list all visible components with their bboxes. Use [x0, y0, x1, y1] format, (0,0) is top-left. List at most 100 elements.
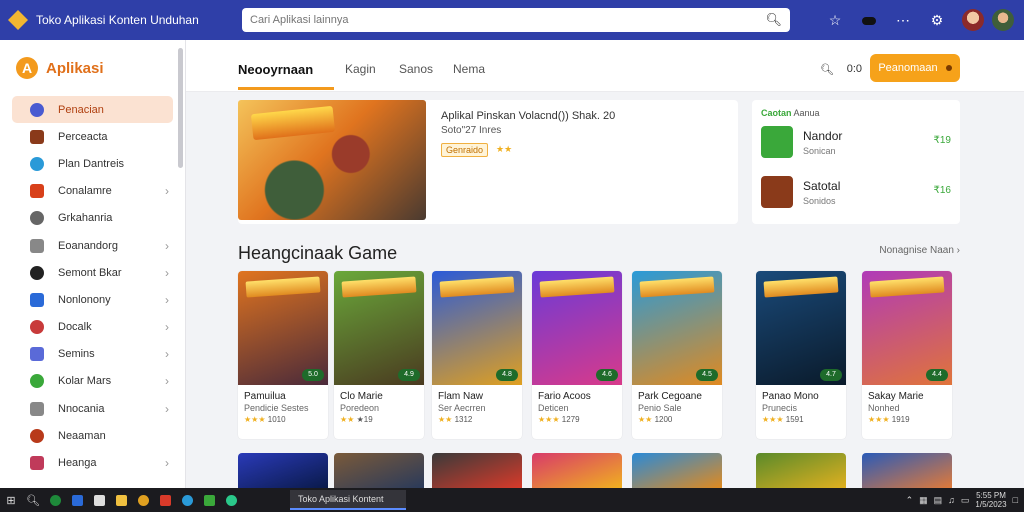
chevron-right-icon[interactable]: ›	[165, 184, 169, 198]
game-card-rating: ★★★ 1010	[244, 415, 286, 424]
browser-icon[interactable]	[132, 488, 154, 512]
game-card-title: Pamuilua	[244, 391, 286, 402]
tab-3[interactable]: Sanos	[399, 62, 433, 76]
game-card-partial[interactable]	[632, 453, 722, 488]
sidebar-item-icon	[30, 129, 44, 144]
keyboard-icon[interactable]: ▦	[919, 495, 928, 506]
game-card-art[interactable]: 4.5	[632, 271, 722, 385]
game-card-partial[interactable]	[532, 453, 622, 488]
top-app-row[interactable]: Nandor Sonican ₹19	[761, 126, 951, 162]
sidebar-item-6[interactable]: Semont Bkar ›	[12, 259, 173, 286]
tab-4[interactable]: Nema	[453, 62, 485, 76]
chevron-up-icon[interactable]: ⌃	[906, 495, 914, 506]
top-app-row[interactable]: Satotal Sonidos ₹16	[761, 176, 951, 212]
game-card-developer: Prunecis	[762, 403, 798, 413]
battery-icon[interactable]: ▭	[961, 495, 970, 506]
app-red-icon[interactable]	[154, 488, 176, 512]
game-card-partial[interactable]	[334, 453, 424, 488]
chevron-right-icon[interactable]: ›	[165, 402, 169, 416]
more-icon[interactable]: ⋯	[886, 12, 920, 29]
star-icon[interactable]: ☆	[818, 12, 852, 29]
gear-icon[interactable]: ⚙	[920, 12, 954, 29]
chevron-right-icon[interactable]: ›	[165, 293, 169, 307]
game-card-partial[interactable]	[756, 453, 846, 488]
folder-icon[interactable]	[110, 488, 132, 512]
tab-home[interactable]: Neooyrnaan	[238, 62, 313, 77]
featured-title: Aplikal Pinskan Volacnd()) Shak. 20	[441, 110, 616, 122]
game-card-title: Clo Marie	[340, 391, 383, 402]
sidebar-item-0[interactable]: Penacian	[12, 96, 173, 124]
game-card-art[interactable]: 5.0	[238, 271, 328, 385]
sidebar-item-icon	[30, 401, 44, 416]
game-card-developer: Poredeon	[340, 403, 380, 413]
app-blue-icon[interactable]	[66, 488, 88, 512]
game-card-art[interactable]: 4.9	[334, 271, 424, 385]
chevron-right-icon[interactable]: ›	[165, 239, 169, 253]
sidebar-item-9[interactable]: Semins ›	[12, 341, 173, 368]
sidebar-scrollbar[interactable]	[178, 48, 183, 168]
game-card-art[interactable]: 4.6	[532, 271, 622, 385]
chevron-right-icon[interactable]: ›	[165, 347, 169, 361]
sidebar-item-icon	[30, 428, 44, 443]
edge-icon[interactable]	[176, 488, 198, 512]
system-clock[interactable]: 5:55 PM 1/5/2023	[975, 491, 1006, 509]
tab-2[interactable]: Kagin	[345, 62, 376, 76]
sidebar-item-7[interactable]: Nonlonony ›	[12, 286, 173, 313]
network-icon[interactable]: ▤	[934, 495, 943, 506]
calculator-icon[interactable]	[88, 488, 110, 512]
search-icon[interactable]: 🔍︎	[820, 63, 834, 76]
game-card-partial[interactable]	[432, 453, 522, 488]
volume-icon[interactable]: ♫	[948, 495, 955, 505]
nav-search[interactable]: 🔍︎ 0:0	[820, 58, 862, 80]
profile-avatar[interactable]	[992, 9, 1014, 31]
sidebar-item-2[interactable]: Plan Dantreis	[12, 150, 173, 177]
sidebar-item-label: Nnocania	[58, 402, 105, 415]
game-card-partial[interactable]	[862, 453, 952, 488]
game-card[interactable]: 4.5 Park Cegoane Penio Sale ★★ 1200	[632, 271, 722, 439]
search-icon[interactable]: 🔍︎	[22, 488, 44, 512]
game-card-developer: Deticen	[538, 403, 569, 413]
sidebar-item-3[interactable]: Conalamre ›	[12, 178, 173, 205]
featured-image[interactable]	[238, 100, 426, 220]
user-avatar[interactable]	[962, 9, 984, 31]
sidebar-item-10[interactable]: Kolar Mars ›	[12, 368, 173, 395]
game-card-title: Flam Naw	[438, 391, 484, 402]
featured-subtitle: Soto"27 Inres	[441, 125, 502, 136]
chevron-right-icon[interactable]: ›	[165, 266, 169, 280]
sidebar-item-8[interactable]: Docalk ›	[12, 314, 173, 341]
game-card[interactable]: 4.6 Fario Acoos Deticen ★★★ 1279	[532, 271, 622, 439]
chevron-right-icon[interactable]: ›	[165, 320, 169, 334]
sidebar-item-1[interactable]: Perceacta	[12, 123, 173, 150]
game-card[interactable]: 4.8 Flam Naw Ser Aecrren ★★ 1312	[432, 271, 522, 439]
game-card-art[interactable]: 4.4	[862, 271, 952, 385]
global-search-box[interactable]: 🔍︎	[242, 8, 790, 32]
sidebar-item-4[interactable]: Grkahanria	[12, 205, 173, 232]
sidebar-item-11[interactable]: Nnocania ›	[12, 395, 173, 422]
section-see-more-link[interactable]: Nonagnise Naan ›	[879, 245, 960, 256]
window-title: Toko Aplikasi Konten Unduhan	[36, 13, 199, 27]
featured-banner[interactable]: Aplikal Pinskan Volacnd()) Shak. 20 Soto…	[238, 100, 738, 224]
game-card[interactable]: 4.7 Panao Mono Prunecis ★★★ 1591	[756, 271, 846, 439]
sheets-icon[interactable]	[198, 488, 220, 512]
chevron-right-icon[interactable]: ›	[165, 456, 169, 470]
app-chat-icon[interactable]	[220, 488, 242, 512]
toggle-icon[interactable]	[852, 12, 886, 28]
game-card-partial[interactable]	[238, 453, 328, 488]
game-card-art[interactable]: 4.7	[756, 271, 846, 385]
game-card-art[interactable]: 4.8	[432, 271, 522, 385]
sidebar-item-13[interactable]: Heanga ›	[12, 449, 173, 476]
app-green-icon[interactable]	[44, 488, 66, 512]
notification-icon[interactable]: □	[1013, 495, 1018, 505]
sidebar-item-5[interactable]: Eoanandorg ›	[12, 232, 173, 259]
game-card[interactable]: 4.9 Clo Marie Poredeon ★★ ★19	[334, 271, 424, 439]
sidebar-item-12[interactable]: Neaaman	[12, 422, 173, 449]
brand[interactable]: A Aplikasi	[0, 40, 185, 96]
taskbar-active-window[interactable]: Toko Aplikasi Kontent	[290, 490, 406, 510]
windows-start-icon[interactable]: ⊞	[0, 488, 22, 512]
game-card[interactable]: 5.0 Pamuilua Pendicie Sestes ★★★ 1010	[238, 271, 328, 439]
search-icon[interactable]: 🔍︎	[765, 12, 782, 28]
chevron-right-icon[interactable]: ›	[165, 374, 169, 388]
primary-action-button[interactable]: Peanomaan	[870, 54, 960, 82]
game-card[interactable]: 4.4 Sakay Marie Nonhed ★★★ 1919	[862, 271, 952, 439]
global-search-input[interactable]	[250, 14, 766, 26]
